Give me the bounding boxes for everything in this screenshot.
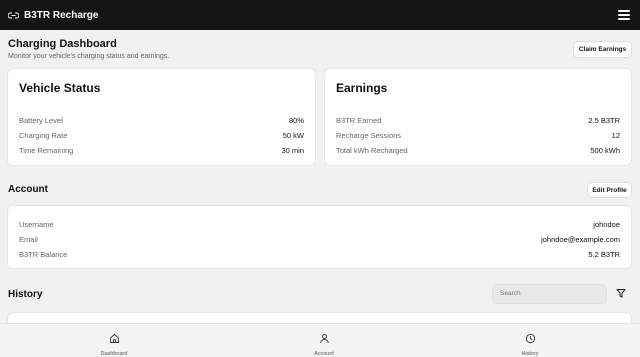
filter-button[interactable] [612,285,630,303]
row-value: 80% [288,116,304,125]
earnings-row-sessions: Recharge Sessions 12 [336,131,620,140]
row-label: Total kWh Recharged [336,146,408,155]
vehicle-row-time: Time Remaining 30 min [19,146,304,155]
user-icon [319,331,330,349]
brand[interactable]: B3TR Recharge [7,6,99,24]
row-label: Username [19,220,54,229]
row-value: 2.5 B3TR [588,116,620,125]
edit-profile-button[interactable]: Edit Profile [587,182,632,198]
bottom-nav: Dashboard Account History [0,323,640,357]
row-label: Recharge Sessions [336,131,402,140]
search-input[interactable] [500,290,606,297]
vehicle-status-title: Vehicle Status [19,81,101,95]
nav-account[interactable]: Account [294,331,354,357]
row-label: Email [19,235,38,244]
account-row-email: Email johndoe@example.com [19,235,620,244]
row-label: B3TR Earned [336,116,382,125]
hamburger-icon[interactable] [618,10,630,20]
row-value: johndoe [593,220,620,229]
earnings-title: Earnings [336,81,388,95]
account-card: Username johndoe Email johndoe@example.c… [7,205,632,269]
history-section-title: History [8,289,43,300]
nav-dashboard[interactable]: Dashboard [84,331,144,357]
nav-label: Account [314,351,334,357]
earnings-row-kwh: Total kWh Recharged 500 kWh [336,146,620,155]
row-label: B3TR Balance [19,250,68,259]
account-row-username: Username johndoe [19,220,620,229]
row-value: 12 [611,131,620,140]
row-label: Charging Rate [19,131,68,140]
row-value: 5.2 B3TR [588,250,620,259]
nav-label: Dashboard [100,351,128,357]
row-label: Time Remaining [19,146,74,155]
clock-icon [525,331,536,349]
row-value: 500 kWh [590,146,620,155]
row-value: 30 min [281,146,304,155]
dashboard-header: Charging Dashboard Monitor your vehicle'… [8,38,169,60]
claim-earnings-button[interactable]: Claim Earnings [573,41,632,58]
filter-icon [616,285,626,303]
row-value: johndoe@example.com [541,235,620,244]
account-row-balance: B3TR Balance 5.2 B3TR [19,250,620,259]
nav-label: History [521,351,539,357]
app-title: B3TR Recharge [24,9,99,21]
link-icon [7,6,20,24]
earnings-card: Earnings B3TR Earned 2.5 B3TR Recharge S… [324,68,632,166]
page-title: Charging Dashboard [8,38,117,50]
search-field[interactable] [492,284,607,304]
vehicle-row-rate: Charging Rate 50 kW [19,131,304,140]
account-section-title: Account [8,184,48,195]
top-bar: B3TR Recharge [0,0,640,30]
vehicle-status-card: Vehicle Status Battery Level 80% Chargin… [7,68,316,166]
vehicle-row-battery: Battery Level 80% [19,116,304,125]
page-subtitle: Monitor your vehicle's charging status a… [8,53,170,60]
home-icon [109,331,120,349]
row-label: Battery Level [19,116,63,125]
row-value: 50 kW [282,131,304,140]
nav-history[interactable]: History [500,331,560,357]
earnings-row-earned: B3TR Earned 2.5 B3TR [336,116,620,125]
